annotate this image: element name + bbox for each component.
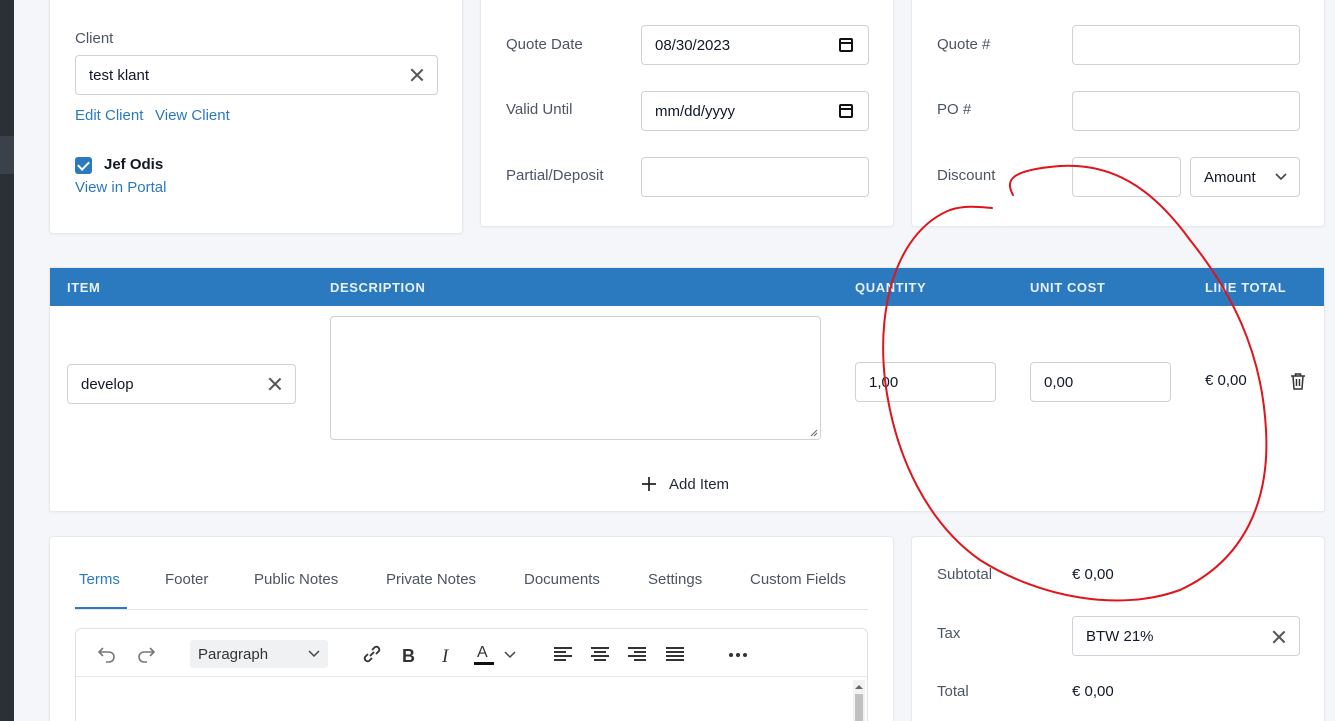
quote-date-value: 08/30/2023 [655,36,731,54]
valid-until-calendar-icon[interactable] [839,104,853,118]
client-select[interactable]: test klant [75,55,438,95]
subtotal-label: Subtotal [937,566,993,583]
trash-icon[interactable] [1290,372,1306,390]
quote-date-input[interactable]: 08/30/2023 [641,25,869,65]
clear-client-icon[interactable] [410,68,424,82]
tax-value: BTW 21% [1086,627,1154,645]
total-label: Total [937,683,969,700]
tab-custom-fields[interactable]: Custom Fields [750,571,846,588]
align-left-icon[interactable] [554,647,572,661]
sidebar-active-marker [0,136,14,174]
header-description: DESCRIPTION [330,280,426,295]
scroll-up-icon[interactable] [853,683,865,691]
add-item-label: Add Item [669,475,730,493]
unit-cost-input[interactable]: 0,00 [1030,362,1171,402]
tab-public-notes[interactable]: Public Notes [254,571,338,588]
header-unit-cost: UNIT COST [1030,280,1106,295]
quantity-value: 1,00 [869,373,899,391]
plus-icon [642,477,656,491]
link-icon[interactable] [362,644,382,664]
quote-number-input[interactable] [1072,25,1300,65]
tax-select[interactable]: BTW 21% [1072,616,1300,656]
align-justify-icon[interactable] [666,647,684,661]
chevron-down-icon [1275,173,1287,181]
align-center-icon[interactable] [591,647,609,661]
redo-icon[interactable] [136,645,156,663]
partial-deposit-label: Partial/Deposit [506,167,604,184]
clear-tax-icon[interactable] [1272,630,1286,644]
line-total-value: € 0,00 [1205,372,1247,389]
header-item: ITEM [67,280,101,295]
header-quantity: QUANTITY [855,280,927,295]
tab-terms[interactable]: Terms [79,571,120,588]
clear-item-icon[interactable] [268,377,282,391]
valid-until-input[interactable]: mm/dd/yyyy [641,91,869,131]
po-number-input[interactable] [1072,91,1300,131]
item-select[interactable]: develop [67,364,296,404]
chevron-down-icon[interactable] [504,651,516,659]
valid-until-placeholder: mm/dd/yyyy [655,102,736,120]
tab-settings[interactable]: Settings [648,571,702,588]
tab-footer[interactable]: Footer [165,571,208,588]
undo-icon[interactable] [97,645,117,663]
quantity-input[interactable]: 1,00 [855,362,996,402]
active-tab-underline [75,607,127,609]
tab-documents[interactable]: Documents [524,571,600,588]
subtotal-value: € 0,00 [1072,566,1114,583]
italic-icon[interactable]: I [442,646,448,668]
add-item-button[interactable]: Add Item [641,473,729,495]
tax-label: Tax [937,625,961,642]
contact-checkbox[interactable] [75,157,92,174]
client-value: test klant [89,66,150,84]
po-number-label: PO # [937,101,972,118]
client-label: Client [75,30,114,47]
valid-until-label: Valid Until [506,101,573,118]
partial-deposit-input[interactable] [641,157,869,197]
editor-toolbar-divider [76,676,867,677]
tab-divider [75,609,868,610]
more-options-icon[interactable] [728,652,748,658]
discount-type-value: Amount [1204,168,1256,186]
block-format-select[interactable]: Paragraph [190,640,328,668]
scrollbar-thumb[interactable] [855,694,863,721]
quote-date-calendar-icon[interactable] [839,38,853,52]
items-table-header: ITEM DESCRIPTION QUANTITY UNIT COST LINE… [50,268,1324,306]
chevron-down-icon [308,650,320,658]
quote-date-label: Quote Date [506,36,583,53]
view-in-portal-link[interactable]: View in Portal [75,179,166,196]
description-textarea[interactable] [330,316,821,440]
quote-number-label: Quote # [937,36,991,53]
text-color-icon[interactable]: A [474,644,494,666]
discount-input[interactable] [1072,157,1181,197]
tab-private-notes[interactable]: Private Notes [386,571,476,588]
discount-label: Discount [937,167,996,184]
header-line-total: LINE TOTAL [1205,280,1287,295]
item-value: develop [81,375,134,393]
view-client-link[interactable]: View Client [155,107,230,124]
resize-handle-icon[interactable] [810,429,818,437]
app-sidebar [0,0,14,721]
discount-type-select[interactable]: Amount [1190,157,1300,197]
unit-cost-value: 0,00 [1044,373,1074,391]
editor-scrollbar[interactable] [853,680,865,721]
align-right-icon[interactable] [628,647,646,661]
bold-icon[interactable]: B [402,646,415,667]
block-format-value: Paragraph [198,645,269,663]
contact-name: Jef Odis [104,156,164,173]
edit-client-link[interactable]: Edit Client [75,107,143,124]
total-value: € 0,00 [1072,683,1114,700]
